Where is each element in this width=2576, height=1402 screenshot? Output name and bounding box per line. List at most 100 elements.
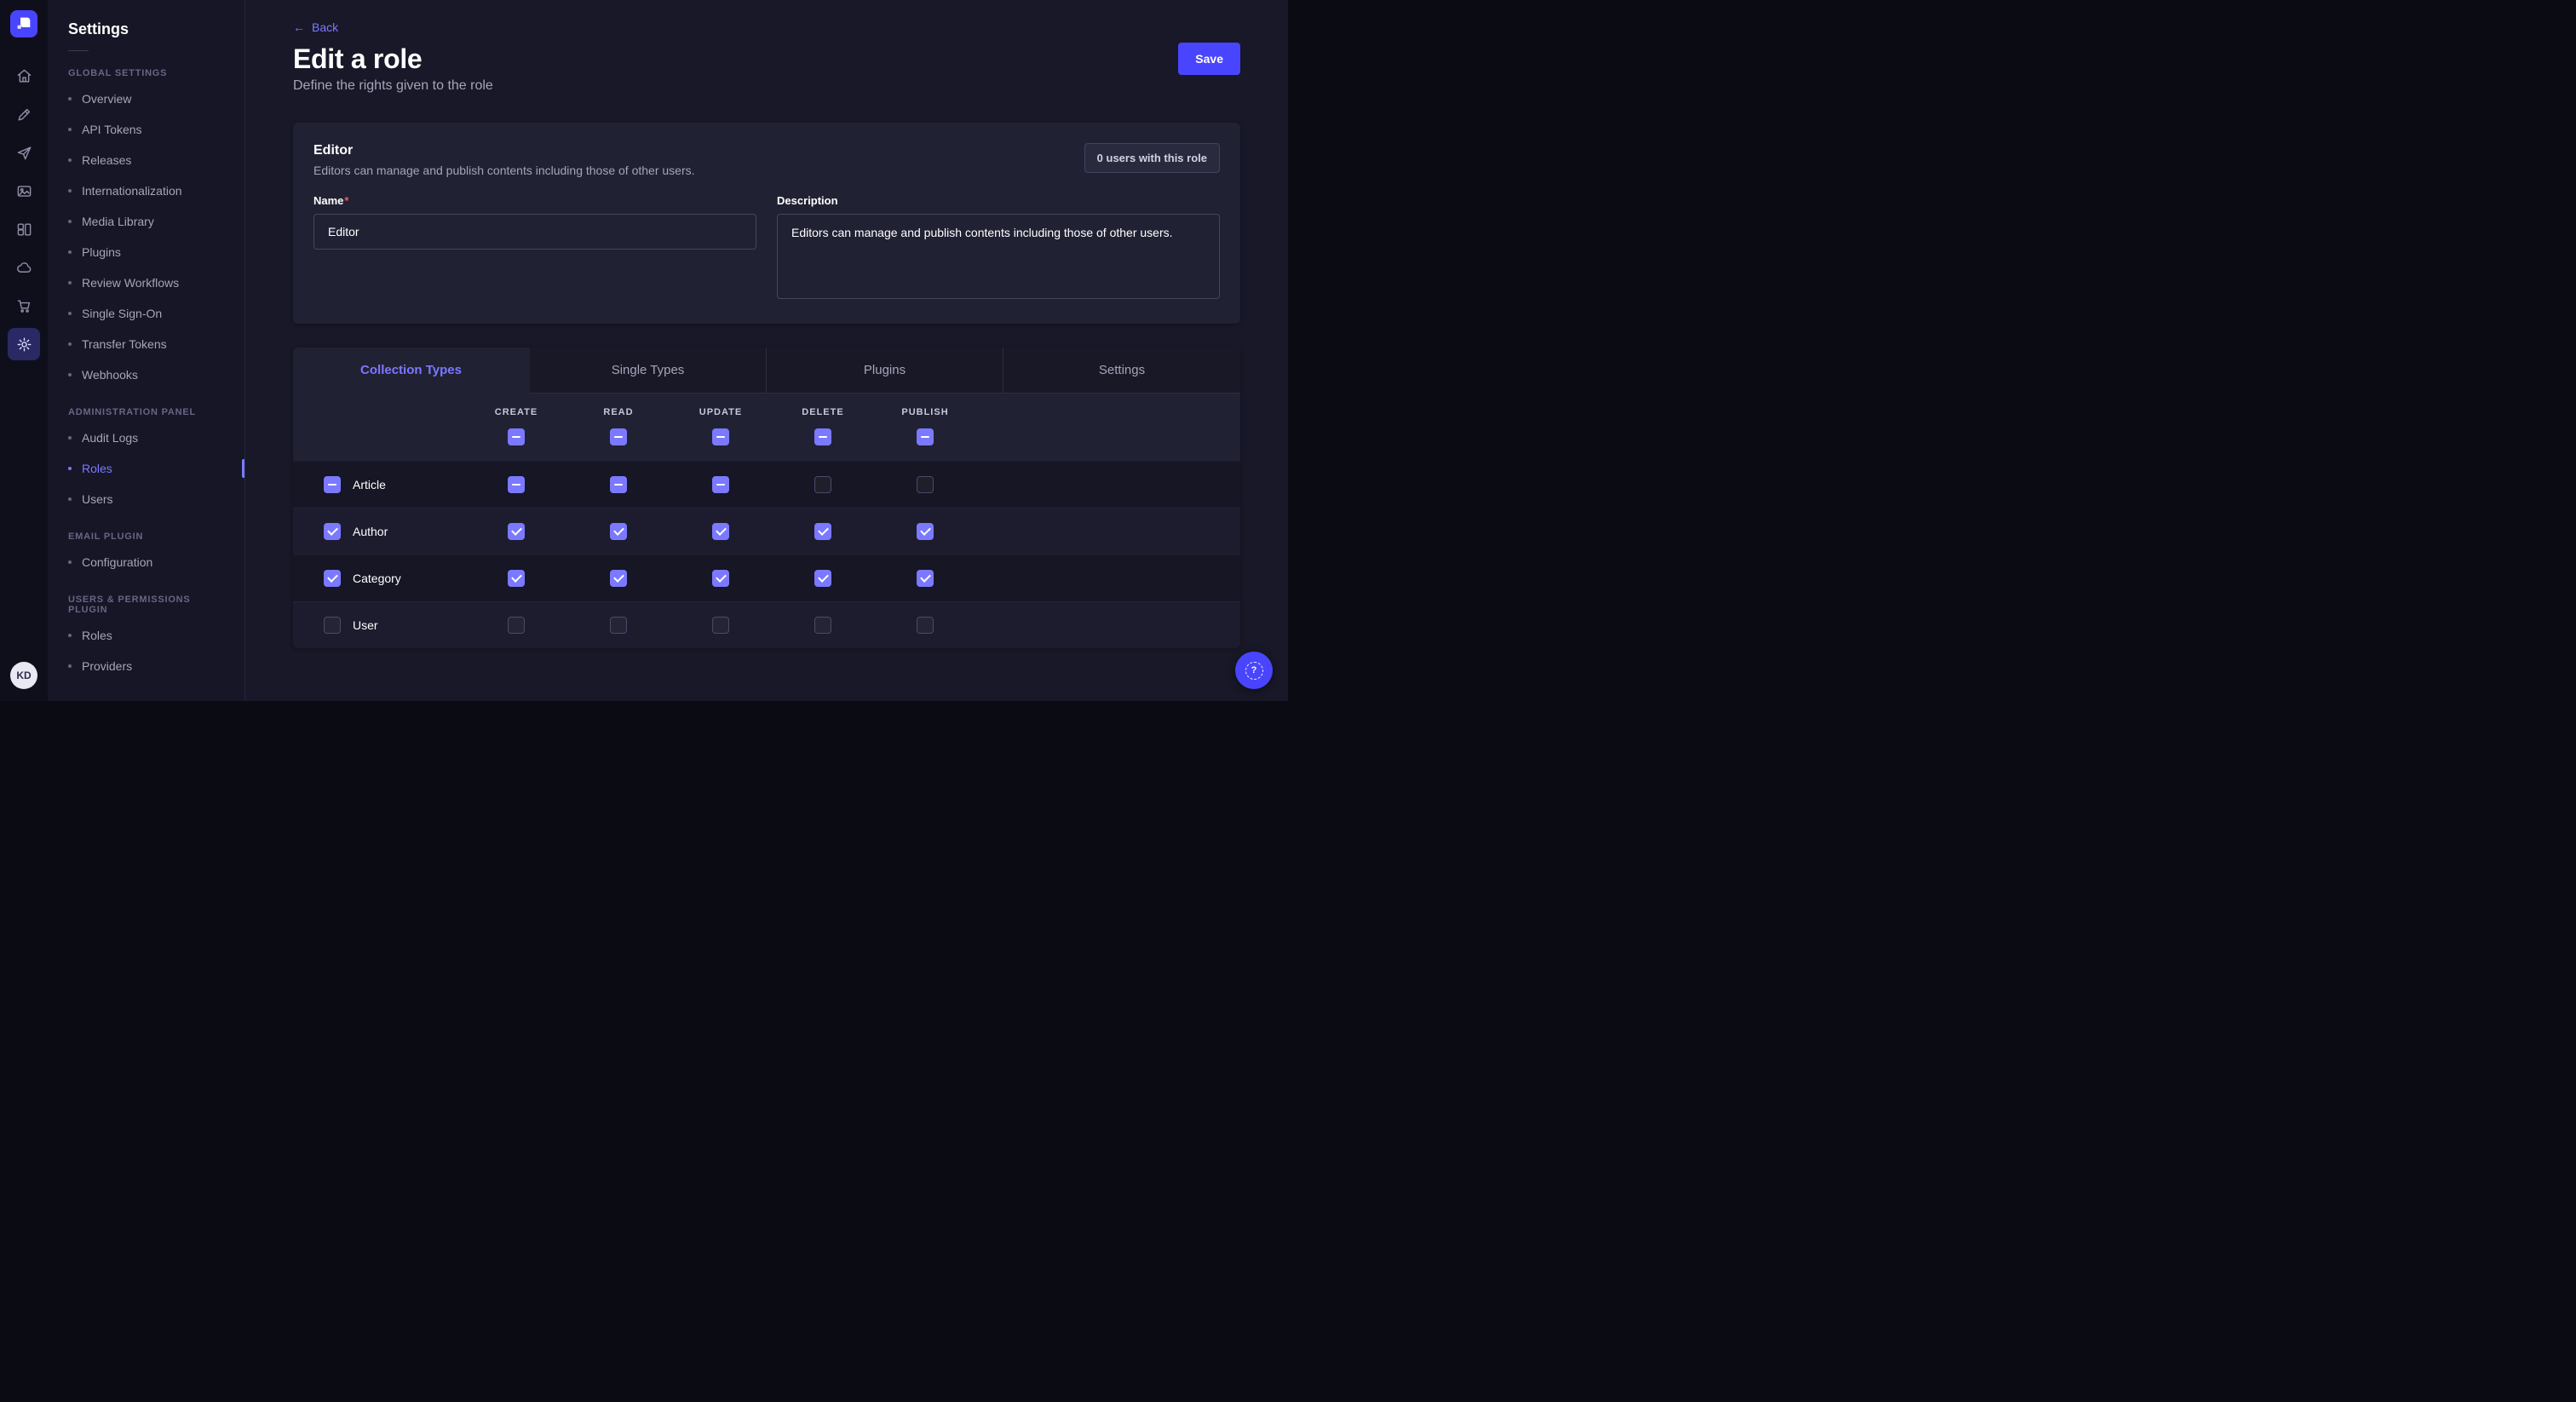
permission-checkbox[interactable] — [917, 476, 934, 493]
content-type-label: Category — [353, 572, 401, 585]
permission-checkbox[interactable] — [508, 617, 525, 634]
permissions-tabs: Collection Types Single Types Plugins Se… — [293, 348, 1240, 394]
section-label: GLOBAL SETTINGS — [48, 68, 244, 78]
rail-nav — [8, 60, 40, 360]
layout-icon[interactable] — [8, 213, 40, 245]
sidebar-item-label: Roles — [82, 462, 112, 475]
column-header-delete: DELETE — [802, 407, 843, 417]
bullet-icon — [68, 220, 72, 223]
sidebar-item-transfer-tokens[interactable]: Transfer Tokens — [48, 329, 244, 359]
permission-checkbox[interactable] — [917, 523, 934, 540]
sidebar-item-label: Providers — [82, 659, 132, 673]
role-name-heading: Editor — [313, 143, 695, 158]
cloud-icon[interactable] — [8, 251, 40, 284]
column-select-checkbox[interactable] — [508, 428, 525, 445]
permission-checkbox[interactable] — [610, 476, 627, 493]
table-row: Category — [293, 554, 1240, 601]
sidebar-item-roles[interactable]: Roles — [48, 453, 244, 484]
bullet-icon — [68, 281, 72, 284]
bullet-icon — [68, 342, 72, 346]
cart-icon[interactable] — [8, 290, 40, 322]
strapi-logo[interactable] — [10, 10, 37, 37]
sidebar-item-audit-logs[interactable]: Audit Logs — [48, 422, 244, 453]
sidebar-item-internationalization[interactable]: Internationalization — [48, 175, 244, 206]
permission-checkbox[interactable] — [610, 570, 627, 587]
save-button[interactable]: Save — [1178, 43, 1240, 75]
column-select-checkbox[interactable] — [814, 428, 831, 445]
sidebar-item-overview[interactable]: Overview — [48, 83, 244, 114]
permission-checkbox[interactable] — [508, 570, 525, 587]
column-select-checkbox[interactable] — [712, 428, 729, 445]
sidebar-item-single-sign-on[interactable]: Single Sign-On — [48, 298, 244, 329]
permission-checkbox[interactable] — [712, 476, 729, 493]
sidebar-item-media-library[interactable]: Media Library — [48, 206, 244, 237]
row-select-checkbox[interactable] — [324, 570, 341, 587]
content-type-label: User — [353, 618, 378, 632]
name-field[interactable] — [313, 214, 756, 250]
permission-checkbox[interactable] — [712, 617, 729, 634]
sidebar-item-plugins[interactable]: Plugins — [48, 237, 244, 267]
row-select-checkbox[interactable] — [324, 523, 341, 540]
avatar[interactable]: KD — [10, 662, 37, 689]
permissions-card: Collection Types Single Types Plugins Se… — [293, 348, 1240, 648]
sidebar-item-label: Releases — [82, 153, 131, 167]
tab-plugins[interactable]: Plugins — [767, 348, 1003, 394]
row-select-checkbox[interactable] — [324, 617, 341, 634]
back-link[interactable]: ← Back — [293, 20, 338, 34]
permission-checkbox[interactable] — [610, 523, 627, 540]
sidebar-item-webhooks[interactable]: Webhooks — [48, 359, 244, 390]
media-library-icon[interactable] — [8, 175, 40, 207]
permission-checkbox[interactable] — [917, 570, 934, 587]
section-label: USERS & PERMISSIONS PLUGIN — [48, 595, 244, 615]
sidebar-item-review-workflows[interactable]: Review Workflows — [48, 267, 244, 298]
section-label: EMAIL PLUGIN — [48, 531, 244, 542]
sidebar-item-users[interactable]: Users — [48, 484, 244, 514]
permission-checkbox[interactable] — [814, 617, 831, 634]
sidebar-item-label: Plugins — [82, 245, 121, 259]
page-title: Edit a role — [293, 43, 422, 75]
divider — [68, 50, 89, 51]
permission-checkbox[interactable] — [712, 570, 729, 587]
column-select-checkbox[interactable] — [917, 428, 934, 445]
section-users-permissions-plugin: USERS & PERMISSIONS PLUGIN Roles Provide… — [48, 595, 244, 681]
sidebar-title: Settings — [48, 20, 244, 38]
paper-plane-icon[interactable] — [8, 136, 40, 169]
permission-checkbox[interactable] — [610, 617, 627, 634]
sidebar-item-releases[interactable]: Releases — [48, 145, 244, 175]
pen-icon[interactable] — [8, 98, 40, 130]
row-select-checkbox[interactable] — [324, 476, 341, 493]
permission-checkbox[interactable] — [814, 476, 831, 493]
content-type-label: Author — [353, 525, 388, 538]
settings-icon[interactable] — [8, 328, 40, 360]
permission-checkbox[interactable] — [814, 523, 831, 540]
content-type-label: Article — [353, 478, 386, 491]
home-icon[interactable] — [8, 60, 40, 92]
permissions-rows: Article Author — [293, 461, 1240, 648]
sidebar-item-configuration[interactable]: Configuration — [48, 547, 244, 577]
sidebar-item-api-tokens[interactable]: API Tokens — [48, 114, 244, 145]
sidebar-item-label: Single Sign-On — [82, 307, 162, 320]
description-field[interactable]: Editors can manage and publish contents … — [777, 214, 1220, 299]
permission-checkbox[interactable] — [508, 476, 525, 493]
permission-checkbox[interactable] — [508, 523, 525, 540]
description-field-group: Description Editors can manage and publi… — [777, 194, 1220, 303]
main-content: ← Back Edit a role Save Define the right… — [245, 0, 1288, 701]
sidebar-item-up-roles[interactable]: Roles — [48, 620, 244, 651]
help-button[interactable]: ? — [1235, 652, 1273, 689]
sidebar-item-providers[interactable]: Providers — [48, 651, 244, 681]
sidebar-item-label: Overview — [82, 92, 131, 106]
section-email-plugin: EMAIL PLUGIN Configuration — [48, 531, 244, 577]
back-label: Back — [312, 20, 338, 34]
permission-checkbox[interactable] — [917, 617, 934, 634]
sidebar-item-label: API Tokens — [82, 123, 142, 136]
column-select-checkbox[interactable] — [610, 428, 627, 445]
tab-collection-types[interactable]: Collection Types — [293, 348, 530, 394]
nav-rail: KD — [0, 0, 48, 701]
sidebar-item-label: Internationalization — [82, 184, 182, 198]
permission-checkbox[interactable] — [814, 570, 831, 587]
tab-single-types[interactable]: Single Types — [530, 348, 767, 394]
tab-settings[interactable]: Settings — [1003, 348, 1240, 394]
permission-checkbox[interactable] — [712, 523, 729, 540]
users-with-role-badge[interactable]: 0 users with this role — [1084, 143, 1220, 173]
permissions-header: CREATE READ UPDATE DELETE PUBLISH — [293, 394, 1240, 461]
